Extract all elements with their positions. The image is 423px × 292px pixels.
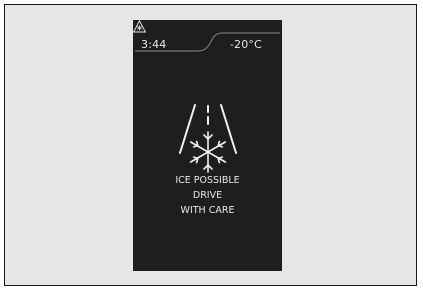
clock: 3:44 [141,38,167,51]
outside-temperature: -20°C [229,38,262,51]
message-line: ICE POSSIBLE [175,175,240,186]
road-left-edge [179,104,196,154]
figure-frame: 3:44 -20°C ICE POSSIBLE DRIVE WITH CARE [4,4,417,286]
ice-road-icon [179,104,237,173]
warning-message: ICE POSSIBLE DRIVE WITH CARE [133,173,282,218]
status-bar: 3:44 -20°C [133,20,282,58]
message-line: DRIVE [192,190,223,201]
snowflake-warning-icon [133,20,146,33]
snowflake [189,131,227,173]
instrument-cluster-display: 3:44 -20°C ICE POSSIBLE DRIVE WITH CARE [133,20,282,271]
message-line: WITH CARE [180,205,235,216]
road-right-edge [220,104,237,154]
